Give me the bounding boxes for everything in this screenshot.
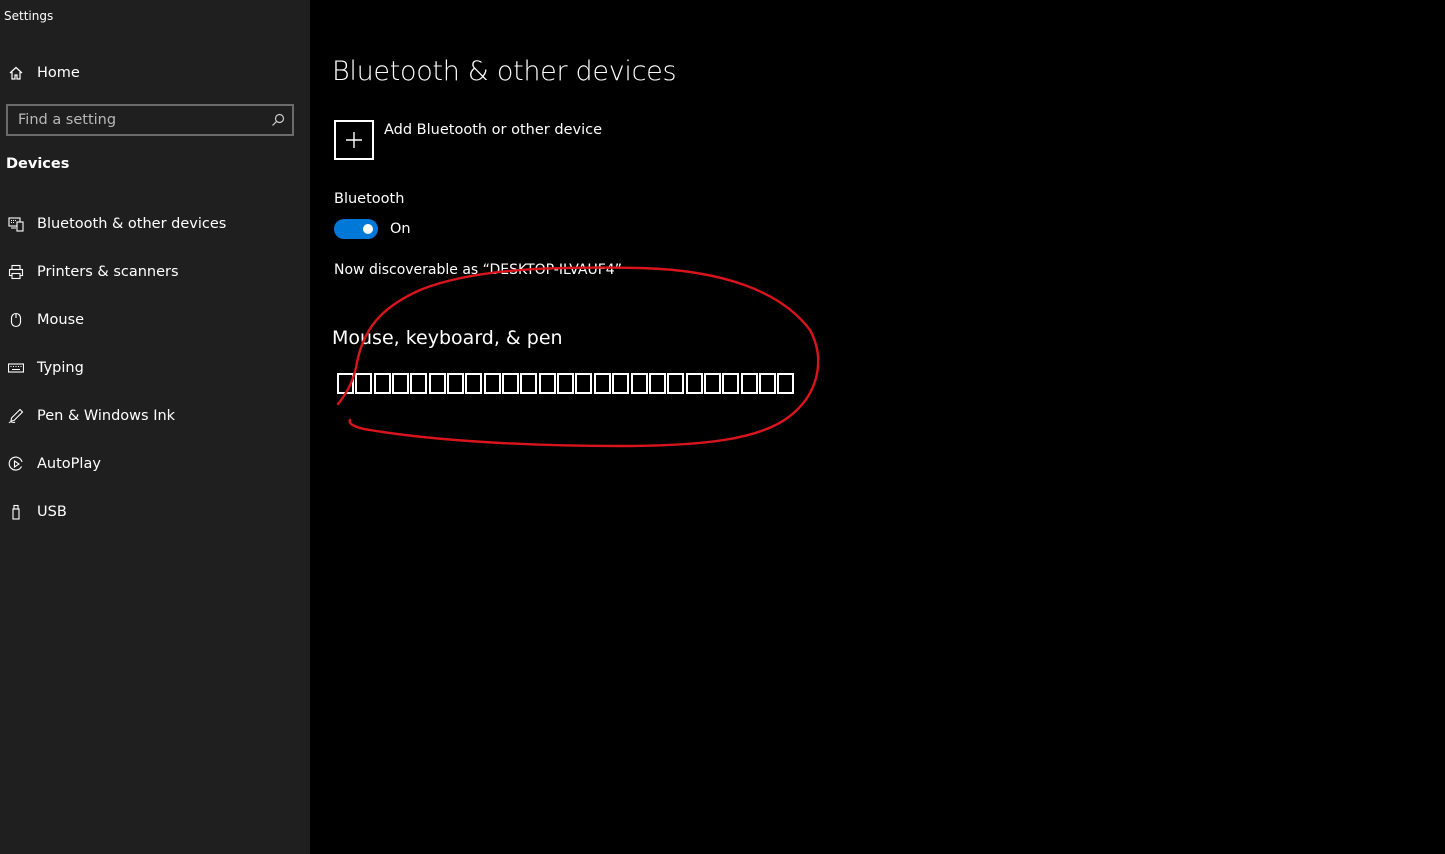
missing-glyph-box [758, 373, 776, 394]
missing-glyph-box [502, 373, 520, 394]
add-device-button[interactable]: Add Bluetooth or other device [334, 120, 654, 160]
missing-glyph-box [777, 373, 795, 394]
toggle-knob [363, 224, 373, 234]
plus-icon [334, 120, 374, 160]
missing-glyph-box [557, 373, 575, 394]
missing-glyph-box [740, 373, 758, 394]
missing-glyph-box [703, 373, 721, 394]
sidebar-item-pen[interactable]: Pen & Windows Ink [0, 396, 310, 436]
sidebar-section-heading: Devices [6, 156, 70, 172]
bluetooth-devices-icon [7, 215, 25, 233]
sidebar-item-label: AutoPlay [37, 456, 101, 472]
missing-glyph-box [373, 373, 391, 394]
missing-glyph-box [520, 373, 538, 394]
sidebar-item-label: Typing [37, 360, 84, 376]
sidebar-item-label: Pen & Windows Ink [37, 408, 176, 424]
missing-glyph-box [722, 373, 740, 394]
search-icon[interactable] [270, 112, 286, 128]
missing-glyph-box [667, 373, 685, 394]
add-device-label: Add Bluetooth or other device [384, 122, 602, 138]
sidebar-item-typing[interactable]: Typing [0, 348, 310, 388]
bluetooth-label: Bluetooth [334, 191, 405, 207]
usb-icon [7, 503, 25, 521]
page-title: Bluetooth & other devices [332, 56, 677, 87]
sidebar: Settings Home Devices Bluetooth & other … [0, 0, 310, 854]
autoplay-icon [7, 455, 25, 473]
window-title: Settings [4, 9, 54, 23]
sidebar-item-autoplay[interactable]: AutoPlay [0, 444, 310, 484]
missing-glyph-box [392, 373, 410, 394]
missing-glyph-box [465, 373, 483, 394]
keyboard-icon [7, 359, 25, 377]
sidebar-item-label: Home [37, 65, 80, 81]
missing-glyph-box [410, 373, 428, 394]
missing-glyph-box [630, 373, 648, 394]
missing-glyph-box [447, 373, 465, 394]
missing-glyph-box [685, 373, 703, 394]
mouse-icon [7, 311, 25, 329]
home-icon [7, 64, 25, 82]
printer-icon [7, 263, 25, 281]
missing-glyph-box [648, 373, 666, 394]
missing-glyph-box [337, 373, 354, 394]
pen-icon [7, 407, 25, 425]
sidebar-item-home[interactable]: Home [0, 58, 310, 88]
missing-glyph-box [355, 373, 373, 394]
missing-glyph-box [575, 373, 593, 394]
missing-glyph-box [428, 373, 446, 394]
sidebar-item-usb[interactable]: USB [0, 492, 310, 532]
sidebar-item-label: Printers & scanners [37, 264, 179, 280]
missing-glyph-box [593, 373, 611, 394]
search-box[interactable] [6, 104, 294, 136]
sidebar-item-printers[interactable]: Printers & scanners [0, 252, 310, 292]
bluetooth-state: On [390, 221, 411, 237]
bluetooth-toggle[interactable] [334, 219, 378, 239]
sidebar-item-bluetooth[interactable]: Bluetooth & other devices [0, 204, 310, 244]
missing-glyph-box [612, 373, 630, 394]
sidebar-item-label: Mouse [37, 312, 85, 328]
missing-glyph-text [337, 373, 796, 397]
section-heading-mouse-keyboard-pen: Mouse, keyboard, & pen [332, 327, 563, 349]
search-input[interactable] [8, 112, 258, 128]
missing-glyph-box [538, 373, 556, 394]
sidebar-item-label: USB [37, 504, 67, 520]
main-content: Bluetooth & other devices Add Bluetooth … [310, 0, 1445, 854]
discoverable-status: Now discoverable as “DESKTOP-ILVAUF4” [334, 262, 622, 278]
sidebar-item-label: Bluetooth & other devices [37, 216, 227, 232]
missing-glyph-box [483, 373, 501, 394]
sidebar-item-mouse[interactable]: Mouse [0, 300, 310, 340]
